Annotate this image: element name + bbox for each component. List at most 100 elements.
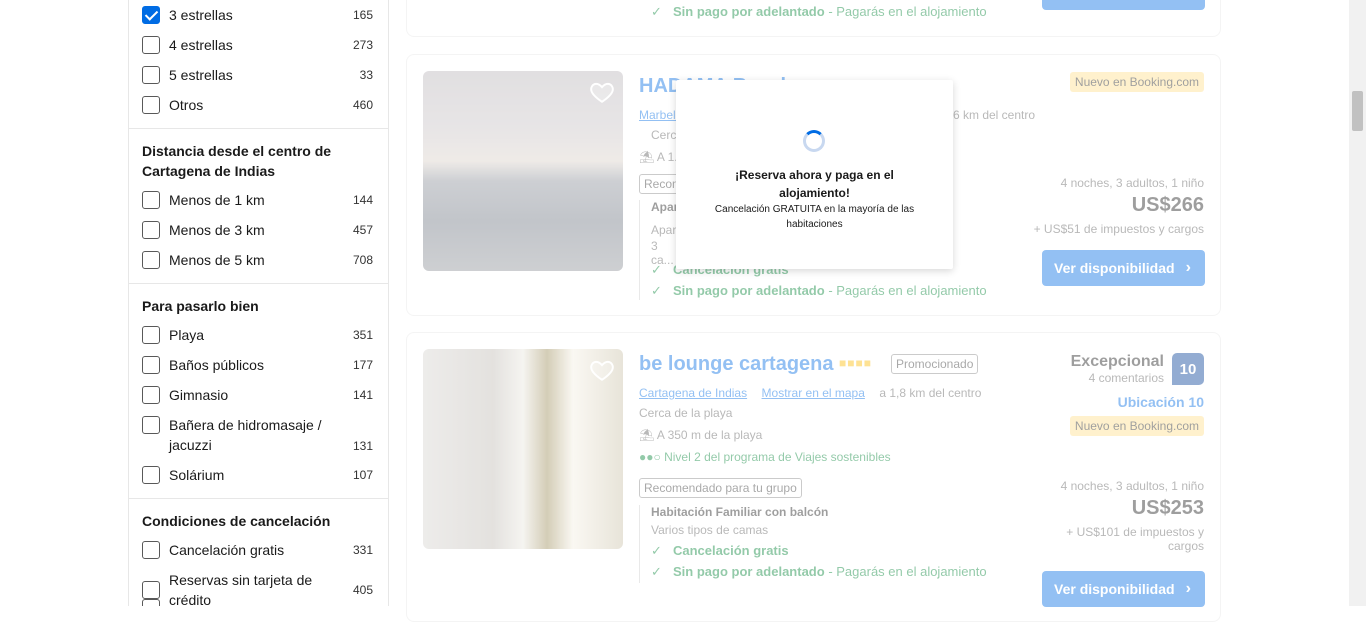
check-icon: ✓ [651,4,662,19]
filter-label: Solárium [169,467,225,483]
filter-3-stars[interactable]: 3 estrellas 165 [142,5,373,25]
filter-count: 351 [352,328,373,342]
filter-gym[interactable]: Gimnasio 141 [142,385,373,405]
sustainable-row: ●●○ Nivel 2 del programa de Viajes soste… [639,450,891,464]
new-badge: Nuevo en Booking.com [1069,72,1204,92]
beach-icon: ⛱ [639,150,655,164]
beach-distance-text: A 350 m de la playa [656,428,763,442]
filter-solarium[interactable]: Solárium 107 [142,465,373,485]
leaf-icon: ●●○ [639,450,661,464]
filter-count: 33 [359,68,373,82]
taxes-text: + US$101 de impuestos y cargos [1066,525,1204,553]
filter-distance-3km[interactable]: Menos de 3 km 457 [142,220,373,240]
filter-count: 405 [352,583,373,597]
payment-info: ✓ Sin pago por adelantado - Pagarás en el… [651,4,987,20]
filter-label: 3 estrellas [169,7,233,23]
checkbox[interactable] [142,541,160,559]
nights-text: 4 noches, 3 adultos, 1 niño [1060,479,1204,493]
location-row: Cartagena de Indias Mostrar en el mapa a… [639,384,981,402]
checkbox[interactable] [142,96,160,114]
free-cancel-row: ✓ Cancelación gratis [651,543,789,559]
price: US$266 [1131,194,1204,216]
filter-beach[interactable]: Playa 351 [142,325,373,345]
filter-count: 457 [352,223,373,237]
filter-count: 131 [352,439,373,453]
filter-count: 144 [352,193,373,207]
checkbox-checked[interactable] [142,6,160,24]
no-prepay-text: Sin pago por adelantado [673,4,825,19]
filter-heading-fun: Para pasarlo bien [142,298,259,314]
review-block[interactable]: Excepcional 4 comentarios [1071,353,1164,385]
availability-button[interactable]: Ver disponibilidad › [1042,571,1205,607]
checkbox[interactable] [142,191,160,209]
sustainable-text: Nivel 2 del programa de Viajes sostenibl… [664,450,891,464]
filter-label: Menos de 3 km [169,222,265,238]
check-icon: ✓ [651,283,662,298]
modal-subtitle: Cancelación GRATUITA en la mayoría de la… [714,204,915,230]
filter-partial[interactable] [142,599,373,606]
heart-icon[interactable] [589,357,615,383]
filter-4-stars[interactable]: 4 estrellas 273 [142,35,373,55]
filter-count: 460 [352,98,373,112]
payment-info: ✓ Sin pago por adelantado - Pagarás en el… [651,283,987,299]
filter-count: 331 [352,543,373,557]
pay-at-property-text: - Pagarás en el alojamiento [828,283,987,298]
scrollbar-thumb[interactable] [1352,91,1363,131]
checkbox[interactable] [142,66,160,84]
room-desc: Apar... [651,223,686,237]
checkbox[interactable] [142,251,160,269]
filter-label: Menos de 5 km [169,252,265,268]
property-card: ✓ Sin pago por adelantado - Pagarás en el… [406,0,1221,37]
room-name: Habitación Familiar con balcón [651,505,829,519]
filter-free-cancellation[interactable]: Cancelación gratis 331 [142,540,373,560]
checkbox[interactable] [142,326,160,344]
filter-other-stars[interactable]: Otros 460 [142,95,373,115]
map-link[interactable]: Mostrar en el mapa [762,386,865,400]
filter-jacuzzi[interactable]: Bañera de hidromasaje / jacuzzi 131 [142,415,373,455]
availability-button[interactable]: Ver disponibilidad › [1042,250,1205,286]
no-prepay-text: Sin pago por adelantado [673,283,825,298]
check-icon: ✓ [651,543,662,558]
filter-label: Bañera de hidromasaje / jacuzzi [169,417,322,453]
payment-info: ✓ Sin pago por adelantado - Pagarás en el… [651,564,987,580]
filter-count: 708 [352,253,373,267]
checkbox[interactable] [142,466,160,484]
filter-label: Gimnasio [169,387,229,403]
no-prepay-text: Sin pago por adelantado [673,564,825,579]
availability-button-label: Ver disponibilidad [1054,260,1175,276]
property-photo[interactable] [423,71,623,271]
checkbox[interactable] [142,416,160,434]
availability-button[interactable] [1042,0,1205,10]
checkbox[interactable] [142,36,160,54]
pay-at-property-text: - Pagarás en el alojamiento [828,4,987,19]
checkbox[interactable] [142,356,160,374]
room-desc: Varios tipos de camas [651,523,769,537]
divider [129,498,388,499]
distance-text: 6 km del centro [953,108,1036,122]
heart-icon[interactable] [589,79,615,105]
modal-title: ¡Reserva ahora y paga en el alojamiento! [735,168,894,200]
checkbox[interactable] [142,581,160,599]
property-photo[interactable] [423,349,623,549]
nights-text: 4 noches, 3 adultos, 1 niño [1060,176,1204,190]
filter-public-baths[interactable]: Baños públicos 177 [142,355,373,375]
check-icon: ✓ [651,262,662,277]
filter-count: 165 [352,8,373,22]
check-icon: ✓ [651,564,662,579]
filter-distance-1km[interactable]: Menos de 1 km 144 [142,190,373,210]
filter-5-stars[interactable]: 5 estrellas 33 [142,65,373,85]
filter-label: Menos de 1 km [169,192,265,208]
beach-icon: ⛱ [639,428,655,442]
location-link[interactable]: Cartagena de Indias [639,386,747,400]
filter-label: 4 estrellas [169,37,233,53]
property-title[interactable]: be lounge cartagena [639,353,834,376]
recommended-tag: Recomendado para tu grupo [639,478,802,498]
star-rating-icon: ■■■■ [839,356,872,370]
filter-label: Baños públicos [169,357,264,373]
beach-distance: ⛱ A 350 m de la playa [639,428,762,442]
filter-distance-5km[interactable]: Menos de 5 km 708 [142,250,373,270]
checkbox[interactable] [142,599,160,606]
checkbox[interactable] [142,386,160,404]
checkbox[interactable] [142,221,160,239]
review-count: 4 comentarios [1088,371,1164,385]
